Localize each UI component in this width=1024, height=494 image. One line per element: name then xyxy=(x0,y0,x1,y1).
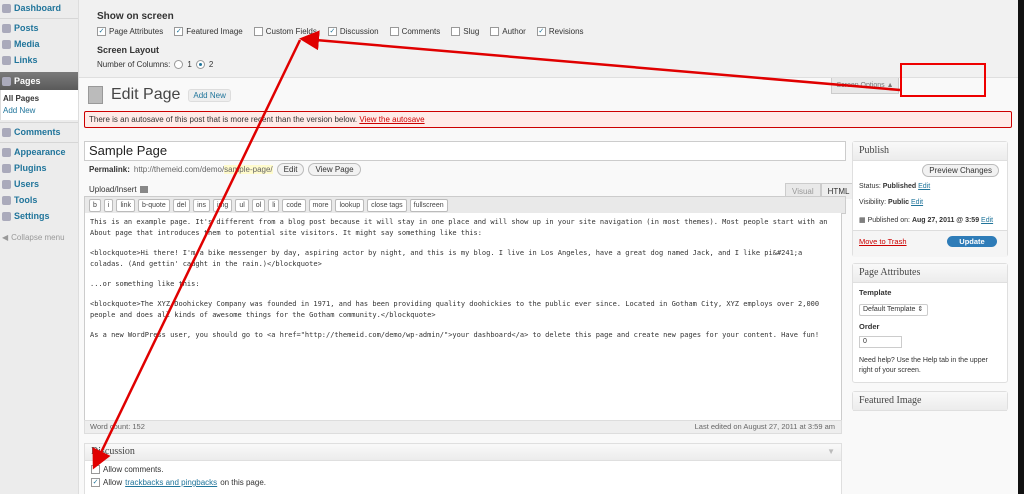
annotation-arrows xyxy=(92,30,901,470)
arrow-to-discussion-option xyxy=(299,30,901,92)
arrow-to-discussion-box xyxy=(92,39,302,470)
screenshot-border-right xyxy=(1018,0,1024,494)
wp-admin-frame: Dashboard Posts Media Links Pages All Pa… xyxy=(0,0,1018,494)
